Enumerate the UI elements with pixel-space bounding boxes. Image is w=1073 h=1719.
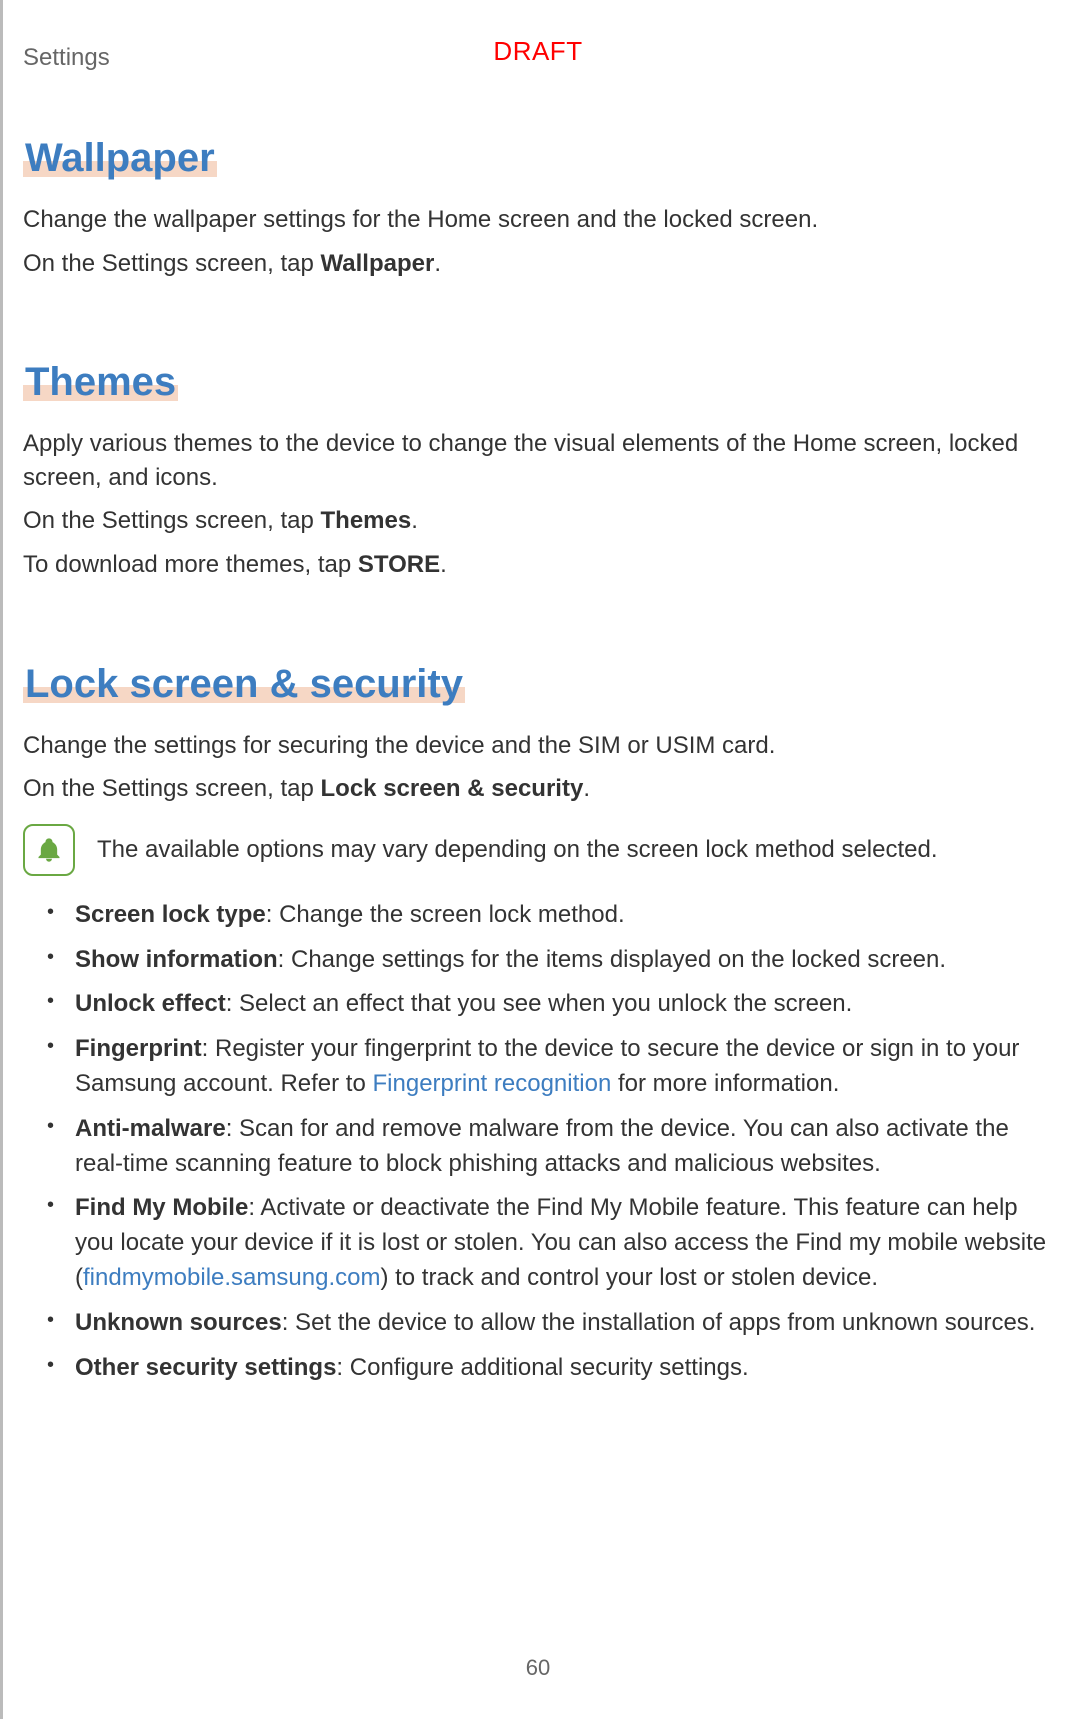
item-text: for more information. <box>611 1070 839 1097</box>
list-item: Fingerprint: Register your fingerprint t… <box>47 1032 1053 1102</box>
item-title: Unlock effect <box>75 990 226 1017</box>
text-fragment: On the Settings screen, tap <box>23 507 321 534</box>
bell-icon <box>23 824 75 876</box>
item-title: Unknown sources <box>75 1309 282 1336</box>
text-fragment: . <box>583 775 590 802</box>
item-text: ) to track and control your lost or stol… <box>380 1264 878 1291</box>
item-text: : Configure additional security settings… <box>336 1354 748 1381</box>
bold-themes: Themes <box>321 507 412 534</box>
list-item: Other security settings: Configure addit… <box>47 1351 1053 1386</box>
list-item: Unknown sources: Set the device to allow… <box>47 1306 1053 1341</box>
list-item: Screen lock type: Change the screen lock… <box>47 898 1053 933</box>
note-text: The available options may vary depending… <box>97 836 938 864</box>
text-fragment: On the Settings screen, tap <box>23 250 321 277</box>
note-box: The available options may vary depending… <box>23 824 1053 876</box>
heading-themes: Themes <box>23 360 178 405</box>
wallpaper-desc: Change the wallpaper settings for the Ho… <box>23 203 1053 237</box>
section-wallpaper: Wallpaper Change the wallpaper settings … <box>23 136 1053 280</box>
item-text: : Select an effect that you see when you… <box>226 990 853 1017</box>
item-title: Screen lock type <box>75 901 266 928</box>
draft-watermark: DRAFT <box>493 36 582 67</box>
themes-store-instruction: To download more themes, tap STORE. <box>23 548 1053 582</box>
item-title: Find My Mobile <box>75 1194 248 1221</box>
wallpaper-instruction: On the Settings screen, tap Wallpaper. <box>23 247 1053 281</box>
section-lock-security: Lock screen & security Change the settin… <box>23 662 1053 1386</box>
heading-wallpaper: Wallpaper <box>23 136 217 181</box>
text-fragment: On the Settings screen, tap <box>23 775 321 802</box>
page-header: Settings DRAFT <box>23 36 1053 76</box>
section-themes: Themes Apply various themes to the devic… <box>23 360 1053 581</box>
heading-lock-security: Lock screen & security <box>23 662 465 707</box>
item-title: Fingerprint <box>75 1035 202 1062</box>
text-fragment: . <box>411 507 418 534</box>
item-text: : Change the screen lock method. <box>266 901 625 928</box>
themes-desc: Apply various themes to the device to ch… <box>23 427 1053 494</box>
text-fragment: To download more themes, tap <box>23 551 358 578</box>
text-fragment: . <box>434 250 441 277</box>
document-page: Settings DRAFT Wallpaper Change the wall… <box>0 0 1073 1719</box>
list-item: Show information: Change settings for th… <box>47 943 1053 978</box>
item-title: Anti-malware <box>75 1115 226 1142</box>
link-fingerprint-recognition[interactable]: Fingerprint recognition <box>373 1070 612 1097</box>
bold-store: STORE <box>358 551 440 578</box>
header-section-title: Settings <box>23 44 110 72</box>
themes-instruction: On the Settings screen, tap Themes. <box>23 504 1053 538</box>
item-text: : Change settings for the items displaye… <box>278 946 946 973</box>
item-title: Other security settings <box>75 1354 336 1381</box>
item-title: Show information <box>75 946 278 973</box>
list-item: Anti-malware: Scan for and remove malwar… <box>47 1112 1053 1182</box>
bold-lock-security: Lock screen & security <box>321 775 584 802</box>
link-findmymobile[interactable]: findmymobile.samsung.com <box>83 1264 380 1291</box>
lock-desc: Change the settings for securing the dev… <box>23 729 1053 763</box>
lock-instruction: On the Settings screen, tap Lock screen … <box>23 772 1053 806</box>
page-number: 60 <box>526 1655 550 1681</box>
item-text: : Set the device to allow the installati… <box>282 1309 1036 1336</box>
bold-wallpaper: Wallpaper <box>321 250 435 277</box>
text-fragment: . <box>440 551 447 578</box>
list-item: Find My Mobile: Activate or deactivate t… <box>47 1191 1053 1295</box>
lock-options-list: Screen lock type: Change the screen lock… <box>47 898 1053 1386</box>
list-item: Unlock effect: Select an effect that you… <box>47 987 1053 1022</box>
